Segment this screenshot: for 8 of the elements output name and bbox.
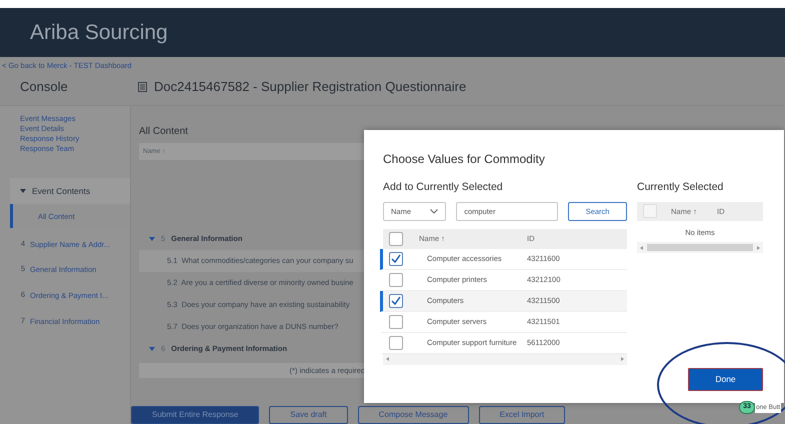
section-label: Event Contents [32,184,90,198]
dialog-title: Choose Values for Commodity [383,151,546,168]
content-heading: All Content [139,125,189,139]
section-heading: Add to Currently Selected [383,180,504,195]
document-title: Doc2415467582 - Supplier Registration Questionnaire [154,78,466,96]
console-title: Console [19,78,69,96]
section-heading: Currently Selected [637,180,724,195]
app-title: Ariba Sourcing [30,20,168,46]
